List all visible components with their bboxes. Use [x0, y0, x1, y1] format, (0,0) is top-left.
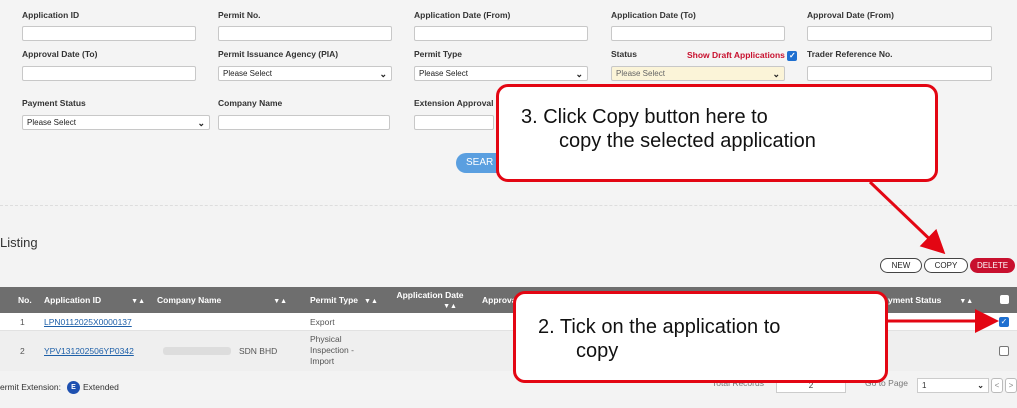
arrow-to-copy [868, 180, 946, 255]
annotation-arrows [868, 180, 999, 333]
